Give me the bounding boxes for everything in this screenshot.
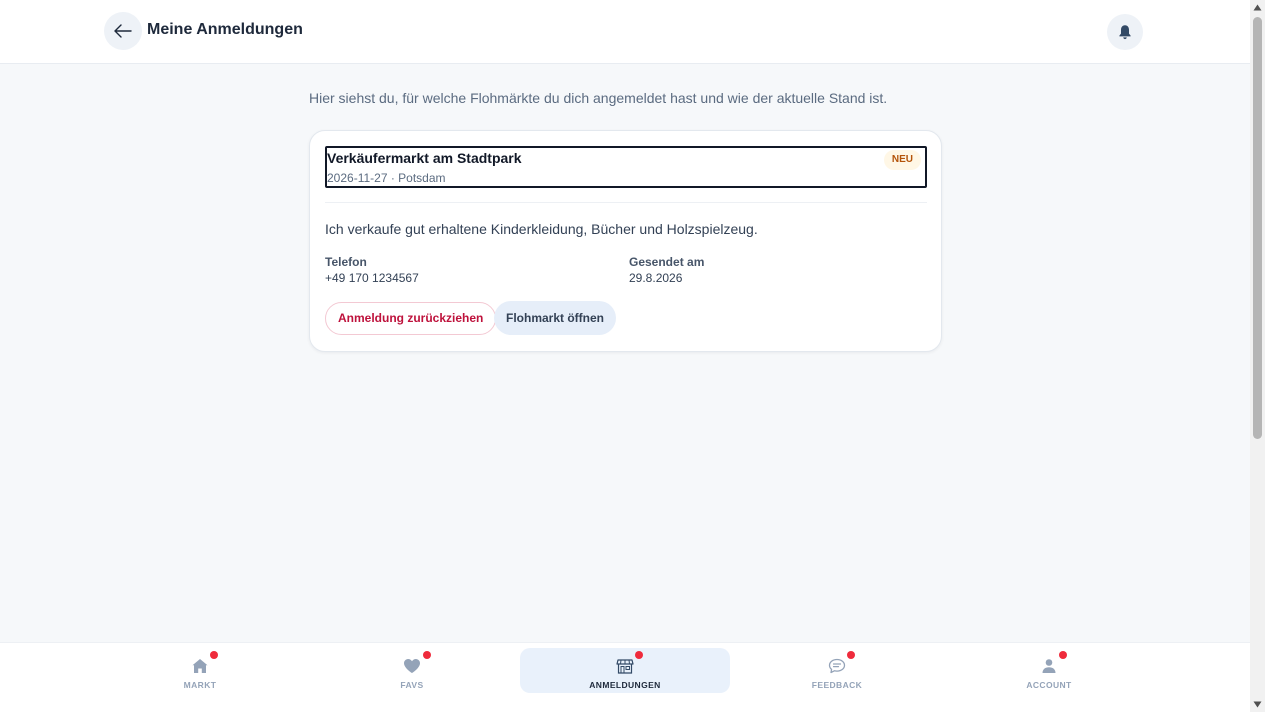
scrollbar-thumb[interactable] — [1253, 17, 1262, 439]
nav-item-favs[interactable]: FAVS — [307, 648, 517, 693]
notifications-button[interactable] — [1107, 14, 1143, 50]
nav-item-account[interactable]: ACCOUNT — [944, 648, 1154, 693]
heart-icon — [404, 659, 420, 673]
nav-label: ACCOUNT — [1026, 680, 1072, 690]
nav-label: FEEDBACK — [811, 680, 863, 690]
top-bar: Meine Anmeldungen — [0, 0, 1250, 64]
nav-label: ANMELDUNGEN — [589, 680, 661, 690]
store-icon — [616, 659, 634, 674]
phone-value: +49 170 1234567 — [325, 271, 419, 285]
page-title: Meine Anmeldungen — [147, 21, 303, 38]
back-button[interactable] — [104, 12, 142, 50]
bell-icon — [1119, 25, 1131, 40]
registration-message: Ich verkaufe gut erhaltene Kinderkleidun… — [325, 221, 758, 237]
open-market-button[interactable]: Flohmarkt öffnen — [494, 301, 616, 335]
bottom-navigation: MARKT FAVS ANMELDUNGEN FEEDBACK ACCOUNT — [0, 642, 1250, 712]
intro-text: Hier siehst du, für welche Flohmärkte du… — [309, 90, 888, 106]
withdraw-registration-button[interactable]: Anmeldung zurückziehen — [325, 302, 497, 335]
card-divider — [325, 202, 927, 203]
status-badge: NEU — [883, 150, 921, 170]
market-date-location: 2026-11-27 · Potsdam — [327, 171, 446, 185]
home-icon — [192, 659, 208, 673]
scroll-down-arrow-icon[interactable] — [1250, 697, 1265, 712]
nav-label: FAVS — [400, 680, 424, 690]
sent-date-label: Gesendet am — [629, 255, 705, 269]
sent-date-value: 29.8.2026 — [629, 271, 683, 285]
nav-item-markt[interactable]: MARKT — [95, 648, 305, 693]
user-icon — [1042, 659, 1056, 673]
arrow-left-icon — [114, 24, 132, 38]
chat-icon — [828, 658, 846, 674]
phone-label: Telefon — [325, 255, 367, 269]
scroll-up-arrow-icon[interactable] — [1250, 0, 1265, 15]
notification-dot — [210, 651, 218, 659]
notification-dot — [635, 651, 643, 659]
nav-item-anmeldungen[interactable]: ANMELDUNGEN — [520, 648, 730, 693]
nav-label: MARKT — [183, 680, 217, 690]
market-name: Verkäufermarkt am Stadtpark — [327, 150, 522, 166]
registration-header[interactable]: Verkäufermarkt am Stadtpark 2026-11-27 ·… — [325, 146, 927, 188]
nav-item-feedback[interactable]: FEEDBACK — [732, 648, 942, 693]
notification-dot — [847, 651, 855, 659]
notification-dot — [1059, 651, 1067, 659]
app: Meine Anmeldungen Hier siehst du, für we… — [0, 0, 1250, 712]
notification-dot — [423, 651, 431, 659]
vertical-scrollbar[interactable] — [1250, 0, 1265, 712]
registration-card: Verkäufermarkt am Stadtpark 2026-11-27 ·… — [309, 130, 942, 352]
